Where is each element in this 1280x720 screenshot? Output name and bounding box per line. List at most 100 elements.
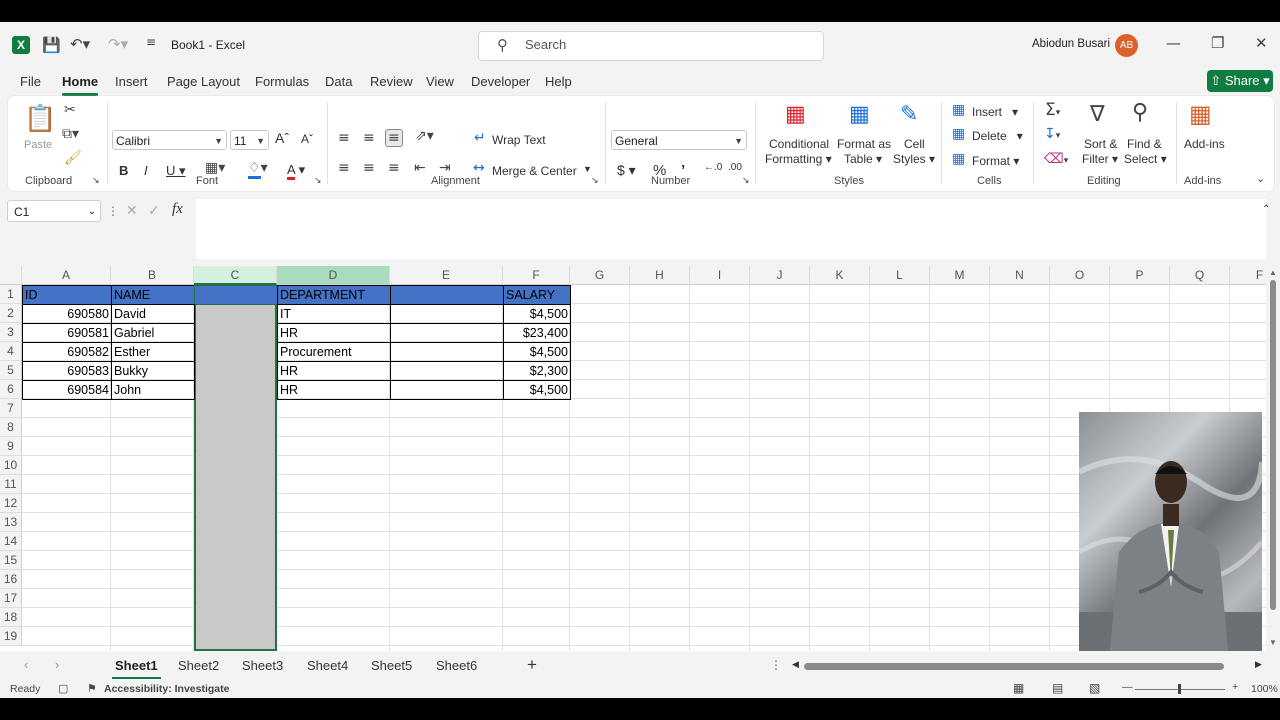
sheet-options-icon[interactable]: ⋮ xyxy=(770,658,782,672)
bold-icon[interactable]: B xyxy=(119,163,128,178)
column-header[interactable]: I xyxy=(690,266,750,285)
cell-E6[interactable] xyxy=(390,380,504,400)
underline-icon[interactable]: U ▾ xyxy=(166,163,186,179)
scroll-left-icon[interactable]: ◀ xyxy=(792,659,799,670)
restore-icon[interactable]: ❐ xyxy=(1211,34,1224,52)
font-name-select[interactable]: Calibri ▼ xyxy=(112,130,227,150)
horizontal-scroll-thumb[interactable] xyxy=(804,663,1224,670)
increase-font-icon[interactable]: Aˆ xyxy=(275,130,289,146)
autosum-icon[interactable]: Σ▾ xyxy=(1045,100,1060,120)
cell-B3[interactable]: Gabriel xyxy=(111,323,195,343)
tab-data[interactable]: Data xyxy=(325,74,352,89)
more-options-icon[interactable]: ⋮ xyxy=(107,204,119,218)
cell-D4[interactable]: Procurement xyxy=(277,342,391,362)
zoom-out-icon[interactable]: — xyxy=(1122,681,1133,693)
column-header[interactable]: E xyxy=(390,266,503,285)
clipboard-launcher-icon[interactable]: ↘ xyxy=(92,176,100,186)
row-header[interactable]: 8 xyxy=(0,418,22,437)
row-header[interactable]: 4 xyxy=(0,342,22,361)
font-color-icon[interactable]: A ▾ xyxy=(287,162,305,180)
customize-toolbar-icon[interactable]: ≡ xyxy=(146,35,156,49)
cell-E2[interactable] xyxy=(390,304,504,324)
font-launcher-icon[interactable]: ↘ xyxy=(314,176,322,186)
tab-view[interactable]: View xyxy=(426,74,454,89)
row-header[interactable]: 9 xyxy=(0,437,22,456)
row-header[interactable]: 15 xyxy=(0,551,22,570)
cell-C1[interactable] xyxy=(194,285,278,305)
row-header[interactable]: 13 xyxy=(0,513,22,532)
normal-view-icon[interactable]: ▦ xyxy=(1013,681,1024,695)
accessibility-icon[interactable]: ⚑ xyxy=(87,682,97,695)
delete-cells-icon[interactable]: ▦ xyxy=(952,126,965,142)
vertical-scrollbar[interactable]: ▲ ▼ xyxy=(1266,266,1280,651)
cell-A2[interactable]: 690580 xyxy=(22,304,112,324)
collapse-ribbon-icon[interactable]: ⌄ xyxy=(1256,172,1265,185)
decrease-indent-icon[interactable]: ⇤ xyxy=(414,160,426,176)
conditional-formatting-line2[interactable]: Formatting ▾ xyxy=(765,152,832,166)
cell-C6[interactable] xyxy=(194,380,278,400)
clear-icon[interactable]: ⌫▾ xyxy=(1044,151,1068,167)
format-painter-icon[interactable]: 🖌 xyxy=(64,150,82,166)
cell-B5[interactable]: Bukky xyxy=(111,361,195,381)
cell-E1[interactable] xyxy=(390,285,504,305)
alignment-launcher-icon[interactable]: ↘ xyxy=(591,176,599,186)
align-center-icon[interactable]: ≡ xyxy=(363,160,375,176)
redo-icon[interactable]: ↷▾ xyxy=(108,35,128,53)
zoom-level[interactable]: 100% xyxy=(1251,683,1278,695)
add-ins-icon[interactable]: ▦ xyxy=(1189,100,1212,128)
scroll-right-icon[interactable]: ▶ xyxy=(1255,659,1262,670)
row-header[interactable]: 2 xyxy=(0,304,22,323)
worksheet-grid[interactable]: ABCDEFGHIJKLMNOPQF 1 2 3 4 5 6 7 8 9 10 11 12 13 14 15… xyxy=(0,266,1266,651)
row-header[interactable]: 17 xyxy=(0,589,22,608)
cell-styles-line2[interactable]: Styles ▾ xyxy=(893,152,935,166)
tab-file[interactable]: File xyxy=(20,74,41,89)
cell-F6[interactable]: $4,500 xyxy=(503,380,571,400)
page-layout-view-icon[interactable]: ▤ xyxy=(1052,681,1063,695)
sheet-tab-5[interactable]: Sheet5 xyxy=(371,658,412,673)
font-size-select[interactable]: 11 ▼ xyxy=(230,130,269,150)
minimize-icon[interactable]: — xyxy=(1166,34,1181,52)
cell-A6[interactable]: 690584 xyxy=(22,380,112,400)
insert-cells-button[interactable]: Insert ▾ xyxy=(972,105,1018,119)
sheet-tab-1[interactable]: Sheet1 xyxy=(112,658,161,679)
column-header[interactable]: N xyxy=(990,266,1050,285)
column-header[interactable]: J xyxy=(750,266,810,285)
cell-C2[interactable] xyxy=(194,304,278,324)
add-ins-button[interactable]: Add-ins xyxy=(1184,137,1225,151)
cell-E4[interactable] xyxy=(390,342,504,362)
cell-E3[interactable] xyxy=(390,323,504,343)
align-left-icon[interactable]: ≡ xyxy=(338,160,350,176)
column-header[interactable]: G xyxy=(570,266,630,285)
sort-filter-icon[interactable]: ∇ xyxy=(1090,102,1105,127)
save-icon[interactable]: 💾 xyxy=(42,36,61,54)
zoom-slider-thumb[interactable] xyxy=(1178,684,1181,694)
format-as-table-line2[interactable]: Table ▾ xyxy=(844,152,882,166)
increase-indent-icon[interactable]: ⇥ xyxy=(439,160,451,176)
cell-F5[interactable]: $2,300 xyxy=(503,361,571,381)
fill-color-icon[interactable]: ♢▾ xyxy=(248,160,268,179)
confirm-entry-icon[interactable]: ✓ xyxy=(148,202,160,219)
next-sheet-icon[interactable]: › xyxy=(55,657,59,672)
insert-function-icon[interactable]: fx xyxy=(172,201,183,218)
cell-styles-line1[interactable]: Cell xyxy=(904,137,925,151)
delete-cells-button[interactable]: Delete ▾ xyxy=(972,129,1023,143)
align-top-icon[interactable]: ≡ xyxy=(338,130,350,146)
decrease-font-icon[interactable]: Aˇ xyxy=(301,132,313,146)
column-header[interactable]: P xyxy=(1110,266,1170,285)
cell-E5[interactable] xyxy=(390,361,504,381)
find-select-icon[interactable]: ⚲ xyxy=(1132,100,1148,125)
merge-center-button[interactable]: Merge & Center xyxy=(492,164,577,178)
cell-F3[interactable]: $23,400 xyxy=(503,323,571,343)
column-header[interactable]: C xyxy=(194,266,277,285)
row-header[interactable]: 12 xyxy=(0,494,22,513)
cancel-entry-icon[interactable]: ✕ xyxy=(126,202,138,219)
format-as-table-icon[interactable]: ▦ xyxy=(849,102,870,127)
cell-A5[interactable]: 690583 xyxy=(22,361,112,381)
share-button[interactable]: ⇧ Share ▾ xyxy=(1207,70,1273,92)
cell-F4[interactable]: $4,500 xyxy=(503,342,571,362)
cell-C4[interactable] xyxy=(194,342,278,362)
tab-help[interactable]: Help xyxy=(545,74,572,89)
cell-A4[interactable]: 690582 xyxy=(22,342,112,362)
close-icon[interactable]: ✕ xyxy=(1255,34,1268,52)
cut-icon[interactable]: ✂ xyxy=(64,102,76,118)
